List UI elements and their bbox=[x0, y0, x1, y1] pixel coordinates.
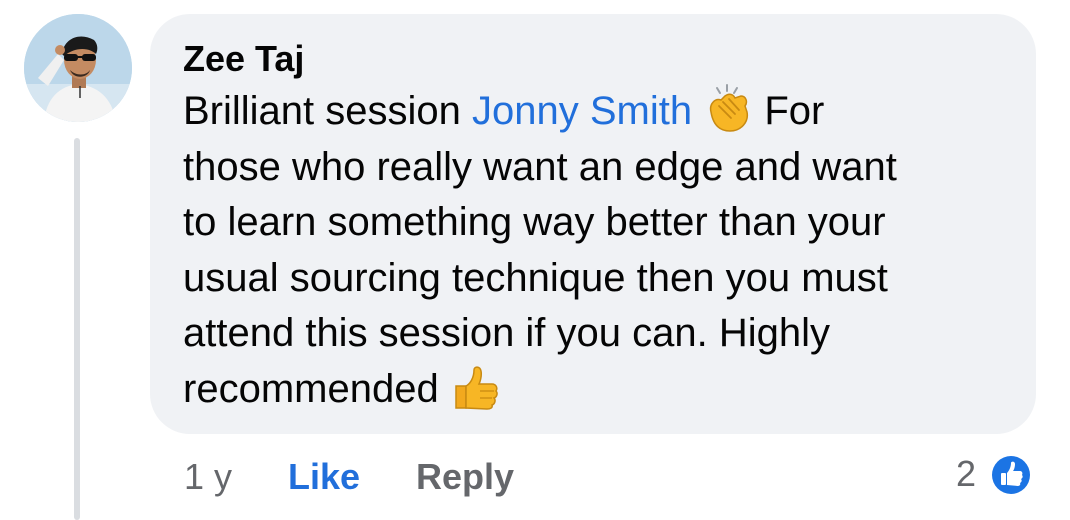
author-name[interactable]: Zee Taj bbox=[183, 38, 304, 80]
comment-line: those who really want an edge and want bbox=[183, 144, 897, 189]
comment-text: Brilliant session Jonny Smith For those … bbox=[183, 84, 1023, 417]
thumbs-up-icon bbox=[450, 362, 500, 412]
comment-text-segment: recommended bbox=[183, 366, 450, 411]
timestamp-link[interactable]: 1 y bbox=[184, 455, 232, 499]
avatar[interactable] bbox=[24, 14, 132, 122]
comment-line: attend this session if you can. Highly bbox=[183, 311, 831, 355]
thread-line bbox=[74, 138, 80, 520]
comment-container: Zee Taj Brilliant session Jonny Smith Fo… bbox=[0, 0, 1070, 520]
mention-link[interactable]: Jonny Smith bbox=[472, 89, 692, 133]
reply-button[interactable]: Reply bbox=[416, 455, 514, 499]
clapping-hands-icon bbox=[703, 84, 753, 134]
comment-text-segment: For bbox=[753, 89, 825, 133]
comment-line: usual sourcing technique then you must bbox=[183, 255, 888, 300]
comment-line: Brilliant session Jonny Smith For bbox=[183, 84, 1023, 140]
reaction-count: 2 bbox=[956, 453, 977, 494]
comment-line: recommended bbox=[183, 362, 1023, 418]
comment-line: to learn something way better than your bbox=[183, 200, 886, 244]
like-reaction-icon bbox=[988, 452, 1034, 498]
like-button[interactable]: Like bbox=[288, 455, 360, 499]
comment-bubble: Zee Taj Brilliant session Jonny Smith Fo… bbox=[150, 14, 1036, 434]
comment-text-segment: Brilliant session bbox=[183, 89, 473, 133]
